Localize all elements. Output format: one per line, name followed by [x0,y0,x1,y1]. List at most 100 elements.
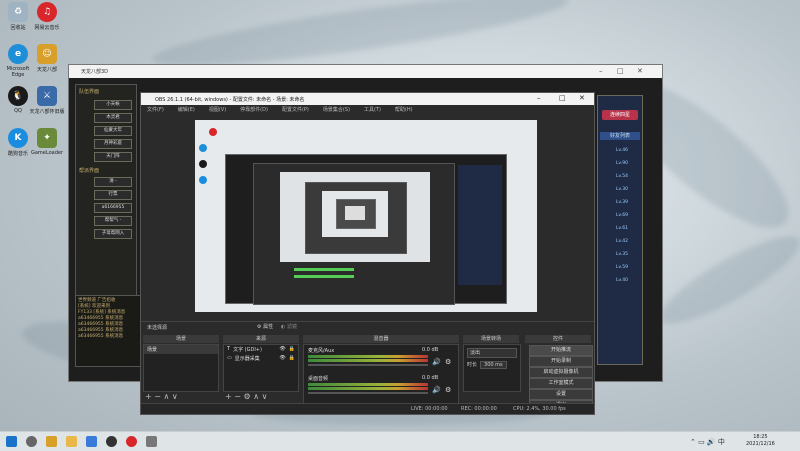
source-toolbar: 未选择源 ⚙ 属性 ◐ 滤镜 [141,321,594,332]
sources-dock-header: 来源 [223,335,299,343]
friend-item[interactable]: Lv.40 [616,274,642,287]
desktop-icon-netease-music[interactable]: ♫ 网易云音乐 [29,2,65,31]
sources-list[interactable]: T 文字 (GDI+) 👁 🔒 ▭ 显示器采集 👁 🔒 [223,344,299,392]
game-menu-button[interactable]: 天门阵 [94,152,132,162]
game-menu-button[interactable]: 仙蒙大年 [94,126,132,136]
game-chat-box[interactable]: 世界频道 广告招收 [系统] 欢迎来到 FY133 [系统] 系统消息 a634… [75,295,141,367]
menu-help[interactable]: 帮助(H) [395,106,413,113]
scenes-list[interactable]: 场景 [143,344,219,392]
maximize-icon[interactable]: □ [559,94,566,102]
source-item[interactable]: ▭ 显示器采集 👁 🔒 [224,354,298,363]
game-menu-button[interactable]: 木灵君 [94,113,132,123]
desktop-icon-loader[interactable]: ✦ GameLoader [29,128,65,156]
tray-icons[interactable]: ⌃ ▭ 🔊 中 [690,437,725,447]
menu-profile[interactable]: 配置文件(P) [282,106,309,113]
volume-slider[interactable] [308,364,428,366]
game-menu-button[interactable]: 子母帮网入 [94,229,132,239]
studio-mode-button[interactable]: 工作室模式 [529,378,593,389]
scene-item[interactable]: 场景 [144,345,218,354]
move-up-icon[interactable]: ∧ [253,392,259,401]
clock[interactable]: 18:25 2021/12/16 [746,434,775,448]
move-down-icon[interactable]: ∨ [262,392,268,401]
speaker-icon[interactable]: 🔊 [432,358,441,366]
friend-item[interactable]: Lv.59 [616,261,642,274]
volume-slider[interactable] [308,392,428,394]
add-icon[interactable]: + [225,392,232,401]
game-banner[interactable]: 连续四星 [602,110,638,120]
remove-icon[interactable]: − [234,392,241,401]
properties-button[interactable]: ⚙ 属性 [257,323,273,330]
source-item[interactable]: T 文字 (GDI+) 👁 🔒 [224,345,298,354]
transitions-dock-header: 场景转场 [463,335,519,343]
folder-icon[interactable] [66,436,77,447]
lock-icon[interactable]: 🔒 [289,355,295,362]
friend-item[interactable]: Lv.39 [616,196,642,209]
obs-icon[interactable] [106,436,117,447]
menu-edit[interactable]: 编辑(E) [178,106,195,113]
search-icon[interactable] [26,436,37,447]
gear-icon[interactable]: ⚙ [445,386,451,394]
friend-item[interactable]: Lv.69 [616,209,642,222]
friend-item[interactable]: Lv.61 [616,222,642,235]
move-up-icon[interactable]: ∧ [164,392,170,401]
friend-item[interactable]: Lv.42 [616,235,642,248]
lock-icon[interactable]: 🔒 [289,346,295,353]
filters-button[interactable]: ◐ 滤镜 [281,323,297,330]
remove-icon[interactable]: − [154,392,161,401]
menu-docks[interactable]: 停靠部件(D) [240,106,268,113]
game-titlebar[interactable]: 天龙八部3D – □ ✕ [69,65,662,78]
start-recording-button[interactable]: 开始录制 [529,356,593,367]
eye-icon[interactable]: 👁 [279,346,285,353]
game-menu-button[interactable]: 行票 [94,190,132,200]
speaker-icon[interactable]: 🔊 [432,386,441,394]
add-icon[interactable]: + [145,392,152,401]
friend-item[interactable]: Lv.35 [616,248,642,261]
gear-icon[interactable]: ⚙ [445,358,451,366]
minimize-icon[interactable]: – [599,67,603,75]
close-icon[interactable]: ✕ [579,94,585,102]
menu-file[interactable]: 文件(F) [147,106,164,113]
recycle-bin-icon: ♻ [8,2,28,22]
menu-tools[interactable]: 工具(T) [364,106,381,113]
audio-mixer: 麦克风/Aux 0.0 dB 🔊 ⚙ 桌面音频 0.0 dB 🔊 ⚙ [303,344,459,406]
start-streaming-button[interactable]: 开始推流 [529,345,593,356]
status-bar: LIVE: 00:00:00 REC: 00:00:00 CPU: 2.4%, … [141,403,594,414]
obs-window[interactable]: OBS 26.1.1 (64-bit, windows) - 配置文件: 未命名… [140,92,595,415]
live-status: LIVE: 00:00:00 [411,406,448,412]
duration-input[interactable]: 300 ms [480,361,507,369]
settings-button[interactable]: 设置 [529,389,593,400]
scene-buttons: + − ∧ ∨ [145,392,178,401]
music-icon[interactable] [126,436,137,447]
game-menu-button[interactable]: a6166955 [94,203,132,213]
mixer-dock-header: 混音器 [303,335,459,343]
game-icon[interactable] [46,436,57,447]
game-menu-button[interactable]: 月神彩庭 [94,139,132,149]
friend-item[interactable]: Lv.46 [616,144,642,157]
start-virtual-camera-button[interactable]: 启动虚拟摄像机 [529,367,593,378]
windows-icon[interactable] [6,436,17,447]
scenes-dock-header: 场景 [143,335,219,343]
game-menu-button[interactable]: 帮帮气 - [94,216,132,226]
obs-preview[interactable] [195,120,537,312]
settings-icon[interactable] [146,436,157,447]
desktop-icon-game2[interactable]: ⚔ 天龙八部怀旧版 [29,86,65,115]
menu-scene-collection[interactable]: 场景集合(S) [323,106,350,113]
mixer-track-name: 桌面音频 [308,376,329,382]
game-menu-button[interactable]: 清 - [94,177,132,187]
friend-item[interactable]: Lv.90 [616,157,642,170]
gear-icon[interactable]: ⚙ [244,392,251,401]
menu-view[interactable]: 视图(V) [209,106,226,113]
close-icon[interactable]: ✕ [637,67,643,75]
minimize-icon[interactable]: – [537,94,541,102]
taskbar: ⌃ ▭ 🔊 中 18:25 2021/12/16 [0,431,800,451]
game-menu-button[interactable]: 小天帐 [94,100,132,110]
friend-item[interactable]: Lv.54 [616,170,642,183]
store-icon[interactable] [86,436,97,447]
eye-icon[interactable]: 👁 [279,355,285,362]
obs-titlebar[interactable]: OBS 26.1.1 (64-bit, windows) - 配置文件: 未命名… [141,93,594,105]
transition-select[interactable]: 淡出 [467,348,517,358]
friend-item[interactable]: Lv.30 [616,183,642,196]
move-down-icon[interactable]: ∨ [172,392,178,401]
maximize-icon[interactable]: □ [617,67,624,75]
desktop-icon-game[interactable]: ☺ 天龙八部 [29,44,65,73]
